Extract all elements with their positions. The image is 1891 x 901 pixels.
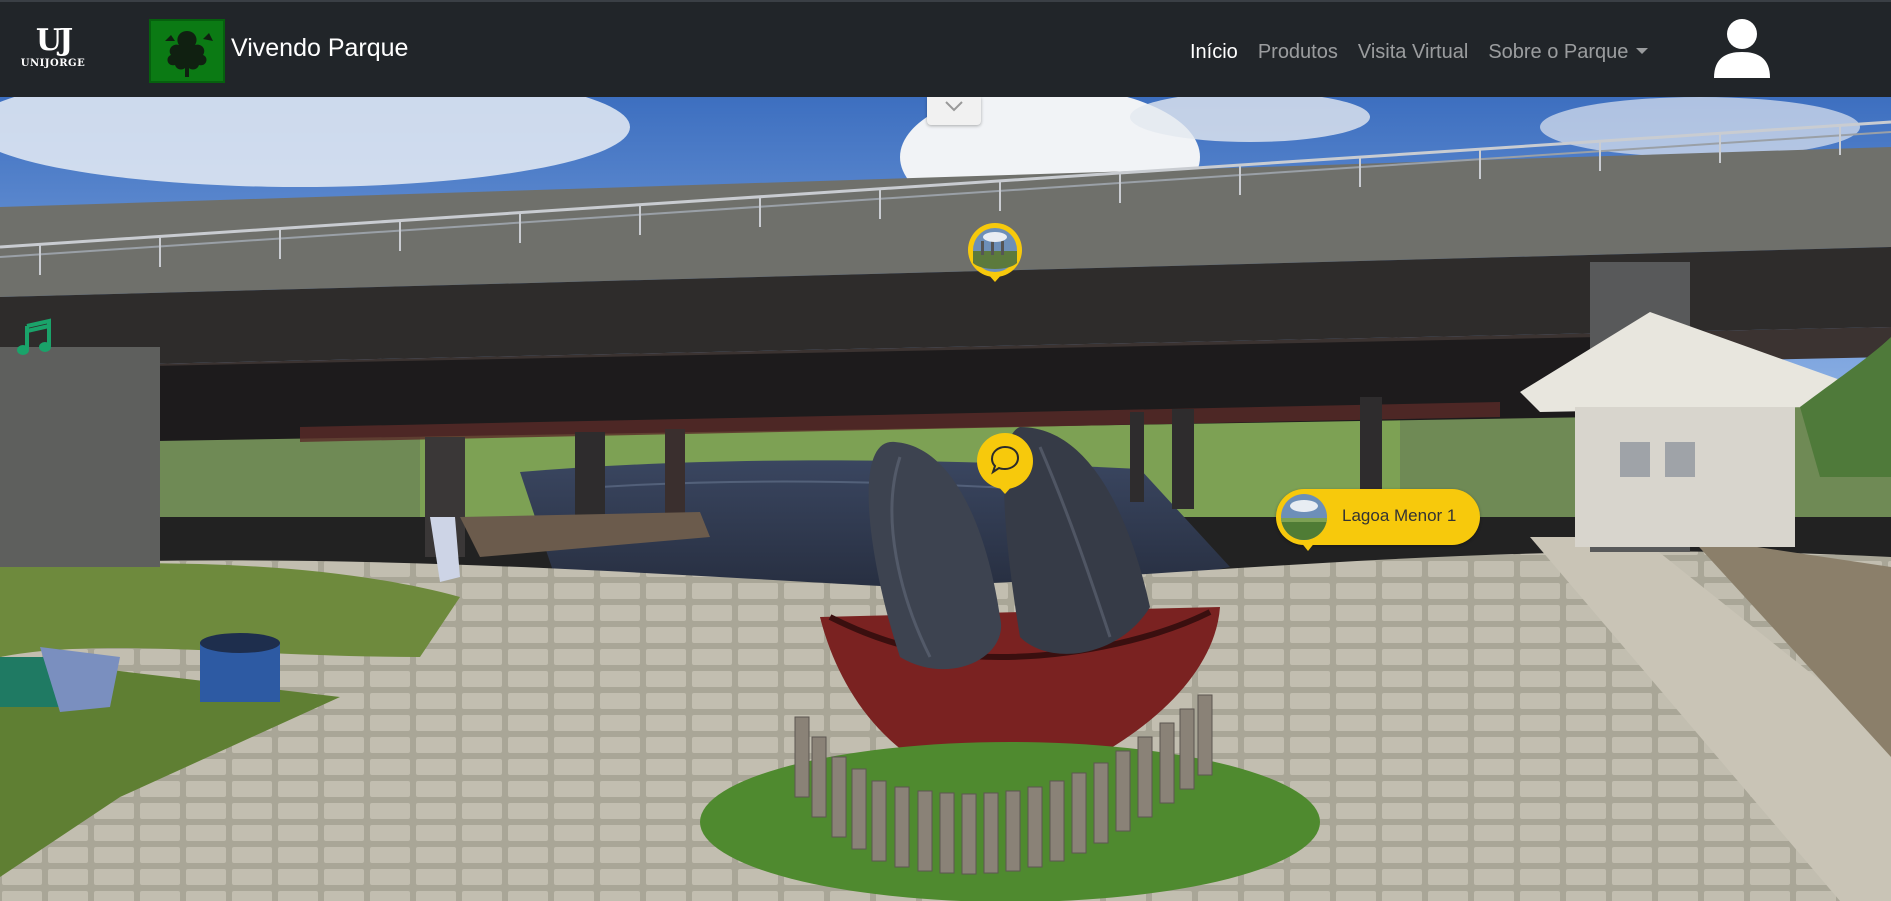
music-note-icon[interactable] xyxy=(14,318,54,358)
unijorge-logo[interactable]: UJ UNIJORGE xyxy=(18,26,88,74)
photo-thumbnail-icon xyxy=(968,223,1022,282)
top-navbar: UJ UNIJORGE Vivendo Parque Início Produt… xyxy=(0,0,1891,97)
main-nav: Início Produtos Visita Virtual Sobre o P… xyxy=(1180,38,1658,66)
nav-dropdown-label: Sobre o Parque xyxy=(1488,41,1629,63)
hotspot-pin xyxy=(1300,541,1316,551)
park-logo-icon[interactable] xyxy=(149,19,225,83)
nav-link-inicio[interactable]: Início xyxy=(1180,38,1248,66)
user-icon[interactable] xyxy=(1710,16,1774,80)
chat-bubble-icon xyxy=(977,433,1033,494)
site-title[interactable]: Vivendo Parque xyxy=(231,32,408,64)
nav-dropdown-sobre[interactable]: Sobre o Parque xyxy=(1478,38,1658,66)
nav-link-visita-virtual[interactable]: Visita Virtual xyxy=(1348,38,1478,66)
panorama-viewer[interactable] xyxy=(0,97,1891,901)
chevron-down-icon xyxy=(945,101,963,112)
info-hotspot[interactable] xyxy=(977,433,1033,495)
logo-mark: UJ xyxy=(35,23,73,58)
scene-link-hotspot[interactable]: Lagoa Menor 1 xyxy=(1276,489,1480,551)
nav-link-produtos[interactable]: Produtos xyxy=(1248,38,1348,66)
caret-down-icon xyxy=(1636,48,1649,54)
scene-thumbnail-icon xyxy=(1279,492,1329,542)
panorama-scene xyxy=(0,97,1891,901)
scene-link-label: Lagoa Menor 1 xyxy=(1342,506,1457,525)
photo-hotspot[interactable] xyxy=(967,223,1023,283)
collapse-nav-toggle[interactable] xyxy=(927,97,981,125)
logo-subtext: UNIJORGE xyxy=(20,58,86,69)
